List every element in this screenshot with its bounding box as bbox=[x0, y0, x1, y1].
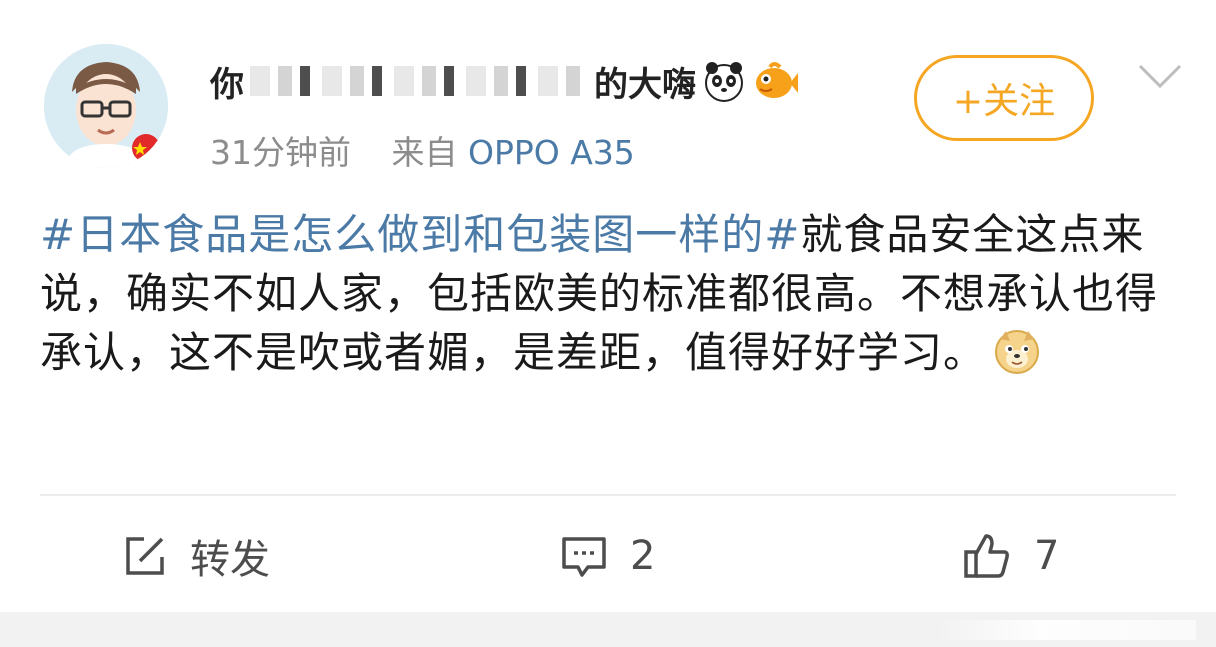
fish-badge-icon bbox=[752, 59, 798, 103]
comment-icon bbox=[562, 537, 606, 577]
share-icon bbox=[126, 537, 164, 575]
chevron-down-icon[interactable] bbox=[1136, 62, 1184, 92]
comment-button[interactable]: 2 bbox=[560, 520, 655, 592]
source-device: OPPO A35 bbox=[468, 133, 635, 172]
thumbs-up-icon bbox=[964, 534, 1009, 578]
username-start: 你 bbox=[210, 64, 244, 105]
follow-button[interactable]: +关注 bbox=[914, 55, 1094, 141]
repost-button[interactable]: 转发 bbox=[122, 520, 270, 592]
follow-label: +关注 bbox=[952, 81, 1056, 122]
source-prefix: 来自 bbox=[391, 133, 458, 172]
like-button[interactable]: 7 bbox=[962, 520, 1059, 592]
avatar[interactable] bbox=[44, 44, 168, 168]
post-timestamp: 31分钟前 bbox=[210, 133, 351, 172]
divider bbox=[40, 494, 1176, 496]
username-redacted bbox=[250, 66, 580, 96]
action-bar: 转发 2 7 bbox=[0, 520, 1216, 592]
username[interactable]: 你 的大嗨 bbox=[210, 58, 798, 105]
repost-label: 转发 bbox=[190, 537, 270, 583]
topic-link[interactable]: #日本食品是怎么做到和包装图一样的# bbox=[40, 210, 800, 259]
comment-count: 2 bbox=[630, 533, 656, 579]
panda-badge-icon bbox=[702, 59, 746, 103]
like-count: 7 bbox=[1034, 533, 1060, 579]
post-meta: 31分钟前 来自 OPPO A35 bbox=[210, 126, 635, 174]
username-end: 的大嗨 bbox=[594, 64, 696, 105]
post-content: #日本食品是怎么做到和包装图一样的#就食品安全这点来说，确实不如人家，包括欧美的… bbox=[40, 205, 1180, 382]
watermark-overlay bbox=[936, 620, 1196, 640]
doge-emoji-icon bbox=[994, 329, 1040, 375]
